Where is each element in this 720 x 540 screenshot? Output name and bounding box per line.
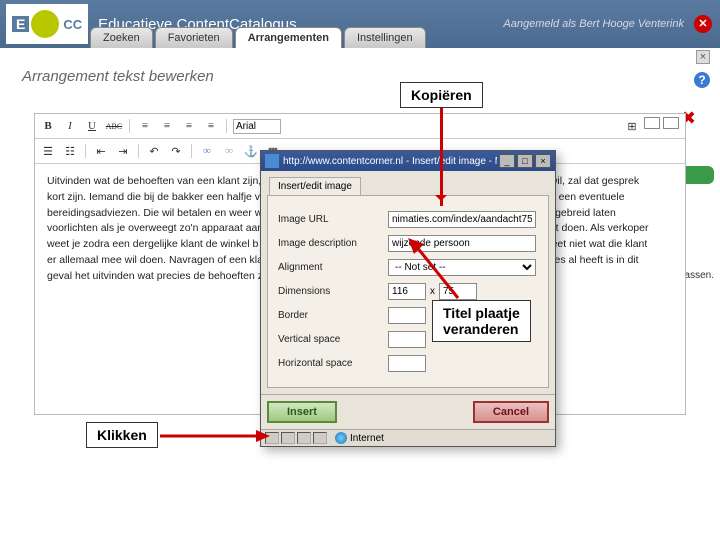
indent-icon[interactable]: ⇥ — [114, 142, 132, 160]
italic-button[interactable]: I — [61, 117, 79, 135]
link-icon[interactable]: ∞ — [198, 142, 216, 160]
page-title: Arrangement tekst bewerken — [22, 68, 714, 85]
insert-button[interactable]: Insert — [267, 401, 337, 423]
anchor-icon[interactable]: ⚓ — [242, 142, 260, 160]
insert-image-dialog: http://www.contentcorner.nl - Insert/edi… — [260, 150, 556, 447]
label-hspace: Horizontal space — [278, 358, 388, 369]
outdent-icon[interactable]: ⇤ — [92, 142, 110, 160]
image-url-input[interactable] — [388, 211, 536, 228]
strike-button[interactable]: ABC — [105, 117, 123, 135]
list-ul-icon[interactable]: ☰ — [39, 142, 57, 160]
layout-icon-1[interactable] — [644, 117, 660, 129]
hspace-input[interactable] — [388, 355, 426, 372]
dim-separator: x — [430, 286, 435, 297]
underline-button[interactable]: U — [83, 117, 101, 135]
dim-height-input[interactable] — [439, 283, 477, 300]
layout-icon-2[interactable] — [663, 117, 679, 129]
border-input[interactable] — [388, 307, 426, 324]
internet-zone-icon — [335, 432, 347, 444]
body-text-left: Uitvinden wat de behoeften van een klant… — [47, 174, 272, 284]
dialog-titlebar[interactable]: http://www.contentcorner.nl - Insert/edi… — [261, 151, 555, 171]
main-tabs: Zoeken Favorieten Arrangementen Instelli… — [90, 27, 426, 48]
list-ol-icon[interactable]: ☷ — [61, 142, 79, 160]
tab-zoeken[interactable]: Zoeken — [90, 27, 153, 48]
help-icon[interactable]: ? — [694, 72, 710, 88]
label-image-url: Image URL — [278, 214, 388, 225]
cancel-button[interactable]: Cancel — [473, 401, 549, 423]
ie-icon — [265, 154, 279, 168]
align-right-icon[interactable]: ≡ — [180, 117, 198, 135]
logo: E CC — [6, 4, 88, 44]
dialog-button-row: Insert Cancel — [261, 394, 555, 429]
tab-instellingen[interactable]: Instellingen — [344, 27, 426, 48]
alignment-select[interactable]: -- Not set -- — [388, 259, 536, 276]
logo-circle-icon — [31, 10, 59, 38]
tab-arrangementen[interactable]: Arrangementen — [235, 27, 342, 48]
redo-icon[interactable]: ↷ — [167, 142, 185, 160]
vspace-input[interactable] — [388, 331, 426, 348]
label-vspace: Vertical space — [278, 334, 388, 345]
status-zone-text: Internet — [350, 433, 384, 444]
dialog-tab[interactable]: Insert/edit image — [269, 177, 361, 195]
label-alignment: Alignment — [278, 262, 388, 273]
font-family-select[interactable]: Arial — [233, 119, 281, 134]
label-image-desc: Image description — [278, 238, 388, 249]
body-text-right: t wil, zal dat gesprek en een eventuele … — [544, 174, 669, 269]
minimize-icon[interactable]: _ — [499, 154, 515, 168]
login-status: Aangemeld als Bert Hooge Venterink — [503, 18, 684, 30]
dialog-body: Image URL Image description Alignment --… — [267, 195, 549, 388]
app-header: E CC Educatieve ContentCatalogus Zoeken … — [0, 0, 720, 48]
stray-text: assen. — [685, 270, 714, 281]
label-dimensions: Dimensions — [278, 286, 388, 297]
align-justify-icon[interactable]: ≡ — [202, 117, 220, 135]
toolbar-row-1: B I U ABC ≡ ≡ ≡ ≡ Arial ⊞ — [35, 114, 685, 139]
logo-letter: E — [12, 16, 29, 32]
image-desc-input[interactable] — [388, 235, 536, 252]
dim-width-input[interactable] — [388, 283, 426, 300]
label-border: Border — [278, 310, 388, 321]
logo-sub: CC — [63, 17, 82, 32]
align-center-icon[interactable]: ≡ — [158, 117, 176, 135]
panel-close-icon[interactable]: × — [696, 50, 710, 64]
bold-button[interactable]: B — [39, 117, 57, 135]
close-icon[interactable]: ✕ — [694, 15, 712, 33]
window-close-icon[interactable]: × — [535, 154, 551, 168]
dialog-title: http://www.contentcorner.nl - Insert/edi… — [283, 156, 497, 167]
unlink-icon[interactable]: ∞ — [220, 142, 238, 160]
undo-icon[interactable]: ↶ — [145, 142, 163, 160]
dialog-statusbar: Internet — [261, 429, 555, 446]
maximize-icon[interactable]: □ — [517, 154, 533, 168]
align-left-icon[interactable]: ≡ — [136, 117, 154, 135]
tab-favorieten[interactable]: Favorieten — [155, 27, 233, 48]
table-icon[interactable]: ⊞ — [623, 117, 641, 135]
